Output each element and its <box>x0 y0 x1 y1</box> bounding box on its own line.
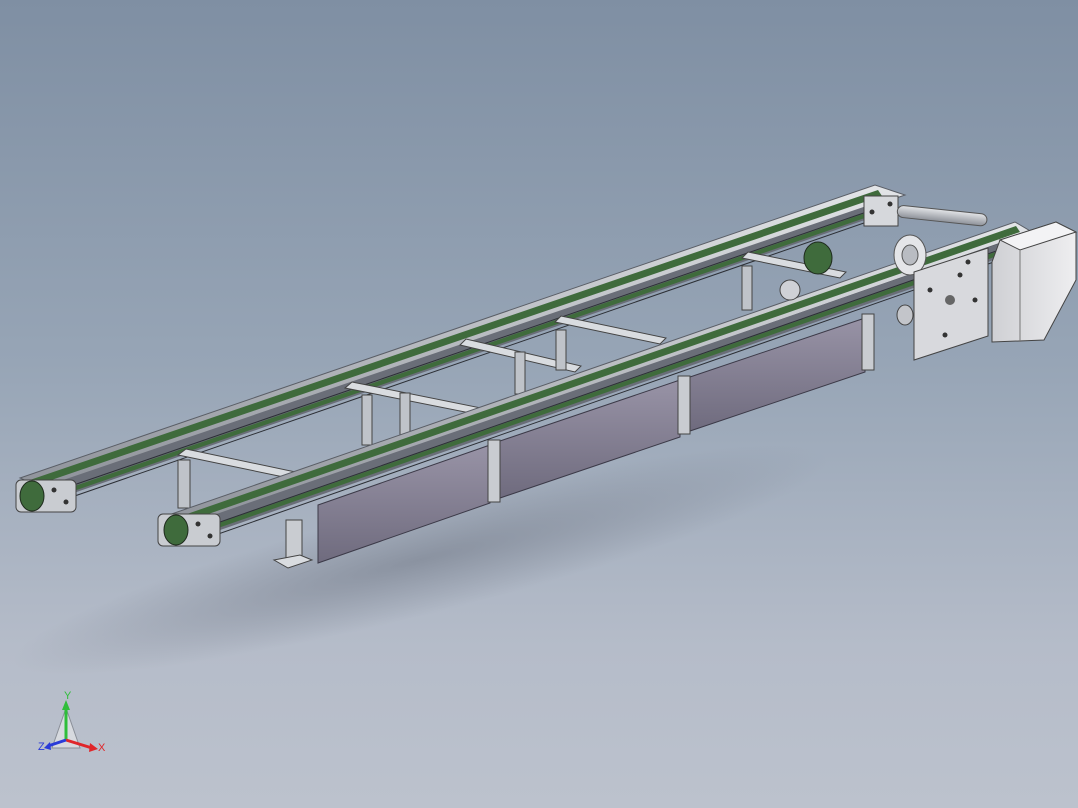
z-arrow-head <box>44 742 51 750</box>
back-rail-end-cap[interactable] <box>15 479 77 513</box>
back-rail-head-plate[interactable] <box>863 195 988 227</box>
3d-viewport[interactable]: Y X Z <box>0 0 1078 808</box>
y-axis-label: Y <box>64 690 72 702</box>
conveyor-model[interactable] <box>0 0 1078 808</box>
z-axis-label: Z <box>38 741 45 753</box>
x-arrow-head <box>89 743 98 752</box>
motor-shaft <box>896 304 914 326</box>
panel-post-2 <box>677 375 691 435</box>
panel-post-1 <box>487 439 501 503</box>
panel-post-3 <box>861 313 875 371</box>
gearbox-wheel[interactable] <box>893 234 927 276</box>
triad-graphic: Y X Z <box>38 690 106 754</box>
motor-housing[interactable] <box>991 221 1078 343</box>
axis-triad: Y X Z <box>34 688 114 758</box>
x-axis-label: X <box>98 742 106 754</box>
front-rail-end-cap[interactable] <box>157 513 221 547</box>
